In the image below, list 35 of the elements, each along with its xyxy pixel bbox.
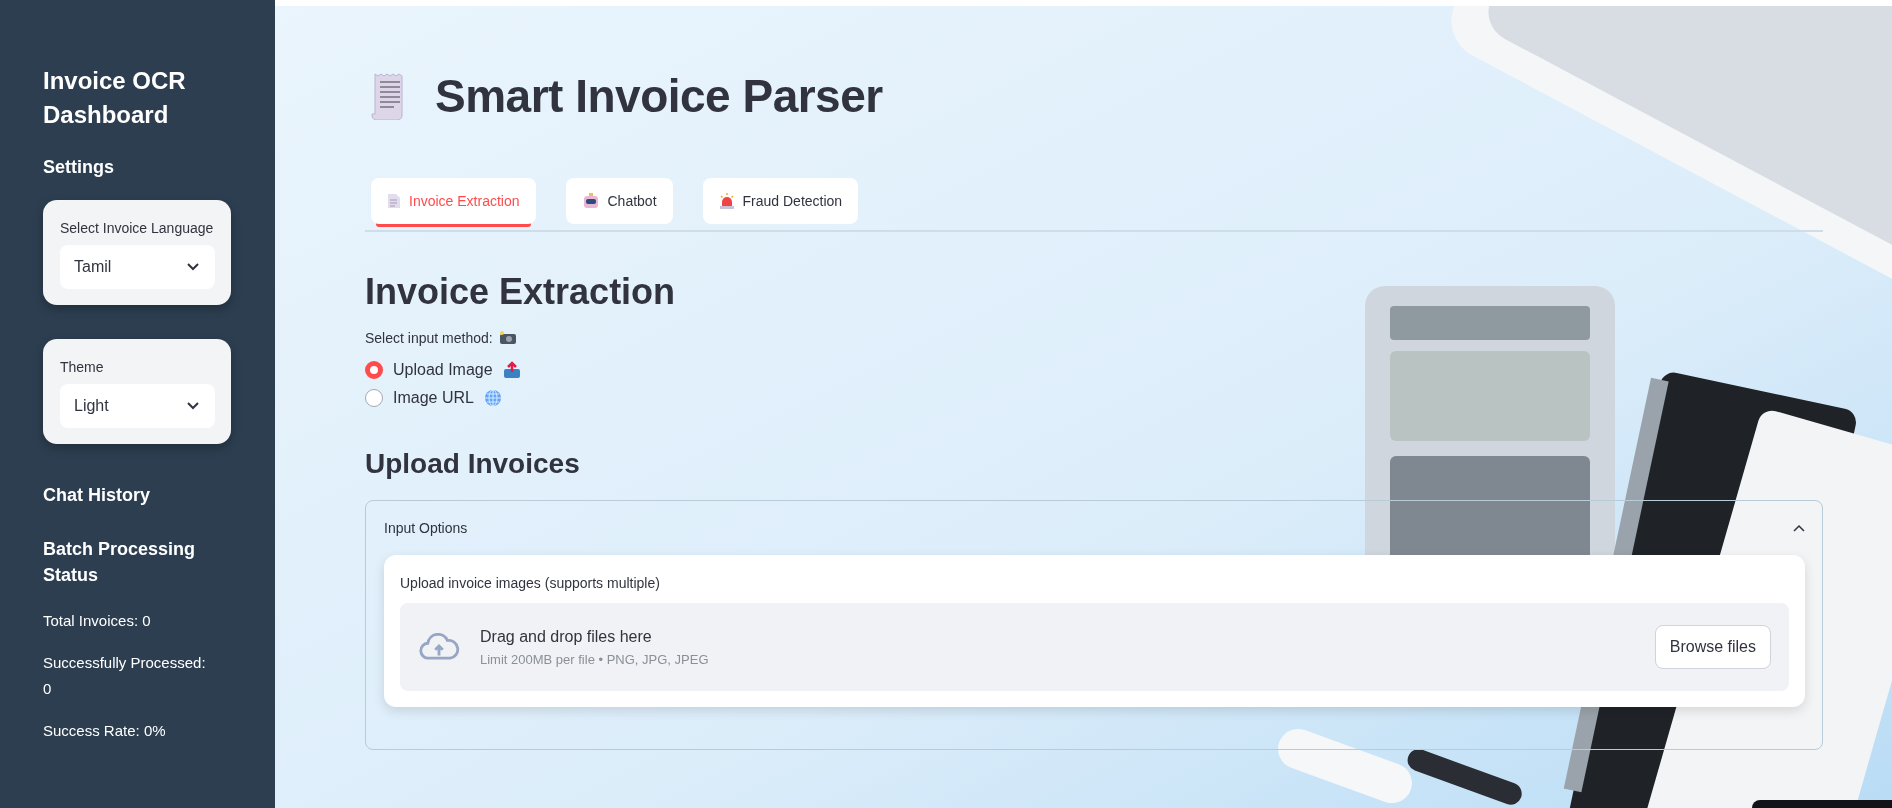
uploader-label: Upload invoice images (supports multiple) [400,575,661,591]
chevron-down-icon [187,402,199,410]
chevron-icon [1793,524,1805,532]
siren-icon [718,193,735,209]
upload-tray-icon [502,361,521,379]
status-text: Total Invoices: 0 [43,611,152,631]
section-heading: Invoice Extraction [365,270,677,314]
document-icon [387,193,401,209]
select-label: Select Invoice Language [60,219,215,238]
radio-group-label: Select input method: [365,330,493,346]
select-label: Theme [60,358,105,377]
globe-icon [483,389,502,407]
page-title: Smart Invoice Parser [435,69,883,124]
batch-status-heading: Batch Processing Status [43,538,197,587]
dropzone-limits: Limit 200MB per file • PNG, JPG, JPEG [480,651,710,667]
tab[interactable]: Fraud Detection [702,178,859,224]
sidebar-title: Invoice OCR Dashboard [43,66,187,130]
chat-history-heading: Chat History [43,484,151,507]
status-text: Success Rate: 0% [43,721,167,741]
select-dropdown[interactable]: Light [60,384,215,428]
browse-files-button[interactable]: Browse files [1654,625,1771,669]
chevron-down-icon [187,263,199,271]
select-dropdown[interactable]: Tamil [60,245,215,289]
robot-icon [581,193,600,209]
cloud-upload-icon [418,633,460,661]
radio-option[interactable]: Image URL [365,384,1823,412]
settings-heading: Settings [43,156,115,179]
status-text: Successfully Processed: 0 [43,653,207,699]
dropzone-title: Drag and drop files here [480,627,653,646]
radio-option[interactable]: Upload Image [365,356,1823,384]
expander-header[interactable]: Input Options [384,501,1805,555]
camera-icon [498,331,517,345]
dropzone[interactable]: Drag and drop files here Limit 200MB per file • PNG, JPG, JPEG Browse files [400,603,1789,691]
tab[interactable]: Chatbot [565,178,673,224]
upload-heading: Upload Invoices [365,447,581,481]
